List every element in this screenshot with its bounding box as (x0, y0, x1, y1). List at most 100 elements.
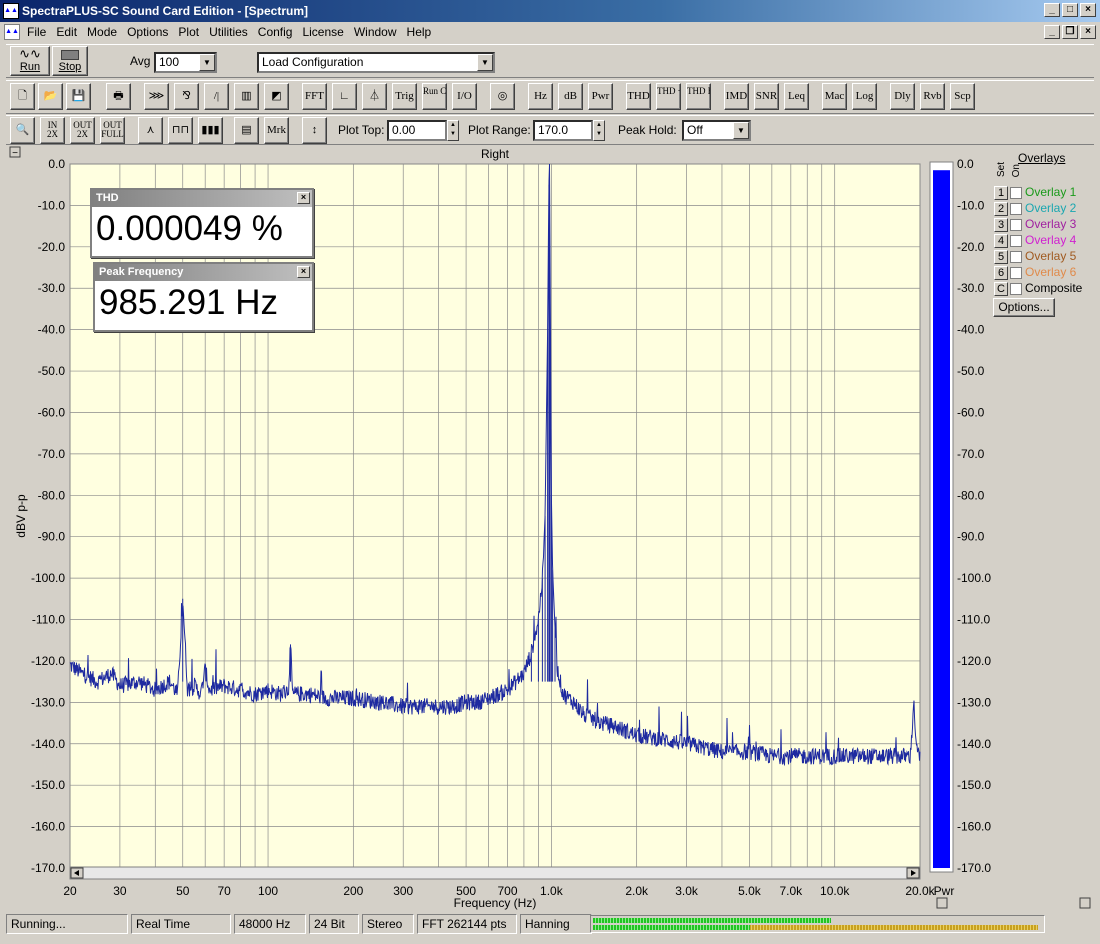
menu-options[interactable]: Options (122, 22, 173, 42)
scale-icon[interactable]: ⅋ (174, 83, 199, 110)
save-icon[interactable]: 💾 (66, 83, 91, 110)
overlay-on-checkbox[interactable] (1010, 234, 1022, 247)
plot-top-input[interactable]: 0.00 (387, 120, 447, 141)
ramp-icon[interactable]: /| (204, 83, 229, 110)
octave-icon[interactable]: ⊓⊓ (168, 117, 193, 144)
overlay-on-checkbox[interactable] (1010, 218, 1022, 231)
overlay-set-button[interactable]: 6 (994, 265, 1008, 280)
menu-mode[interactable]: Mode (82, 22, 122, 42)
spectrum-chart[interactable]: − Right 0.0 0.0 -10.0 -10.0 -20.0 -20.0 -30.0 -30… (0, 145, 1100, 912)
y-tick-label: -60.0 (38, 405, 66, 419)
close-icon[interactable]: × (297, 192, 310, 204)
peak-icon[interactable]: ⋏ (138, 117, 163, 144)
close-icon[interactable]: × (1080, 3, 1096, 17)
menu-window[interactable]: Window (349, 22, 402, 42)
sine-generator-icon[interactable]: ◎ (490, 83, 515, 110)
3d-surface-icon[interactable]: ◩ (264, 83, 289, 110)
config-select[interactable]: Load Configuration ▼ (257, 52, 495, 73)
io-button[interactable]: I/O (452, 83, 477, 110)
overlay-set-button[interactable]: 5 (994, 249, 1008, 264)
menu-license[interactable]: License (297, 22, 348, 42)
x-tick-label: 300 (393, 884, 413, 898)
zoom-out-2x-icon[interactable]: OUT 2X (70, 117, 95, 144)
mdi-close-icon[interactable]: × (1080, 25, 1096, 39)
overlay-set-button[interactable]: C (994, 281, 1008, 296)
overlay-options-button[interactable]: Options... (993, 298, 1055, 317)
zoom-out-full-icon[interactable]: OUT FULL (100, 117, 125, 144)
zoom-icon[interactable]: 🔍 (10, 117, 35, 144)
plot-range-spinner[interactable]: ▲ ▼ (593, 120, 605, 141)
rvb-button[interactable]: Rvb (920, 83, 945, 110)
log-button[interactable]: Log (852, 83, 877, 110)
new-file-icon[interactable]: 🗋 (10, 83, 35, 110)
power-y-tick-label: -120.0 (957, 654, 991, 668)
stop-button[interactable]: Stop (52, 46, 88, 76)
menu-plot[interactable]: Plot (173, 22, 204, 42)
title-bar: ▲▲ SpectraPLUS-SC Sound Card Edition - [… (0, 0, 1100, 22)
trig-button[interactable]: Trig (392, 83, 417, 110)
leq-button[interactable]: Leq (784, 83, 809, 110)
thd-popup[interactable]: THD × 0.000049 % (90, 188, 314, 258)
plot-top-spinner[interactable]: ▲ ▼ (447, 120, 459, 141)
overlay-on-checkbox[interactable] (1010, 186, 1022, 199)
print-icon[interactable]: 🖶 (106, 83, 131, 110)
hz-button[interactable]: Hz (528, 83, 553, 110)
panel-collapse-icon[interactable] (1079, 897, 1091, 909)
fft-button[interactable]: FFT (302, 83, 327, 110)
chevron-down-icon[interactable]: ▼ (733, 122, 749, 139)
peak-hold-select[interactable]: Off ▼ (682, 120, 751, 141)
overlay-set-button[interactable]: 4 (994, 233, 1008, 248)
menu-help[interactable]: Help (402, 22, 437, 42)
imd-button[interactable]: IMD (724, 83, 749, 110)
compass-icon[interactable]: ⏃ (362, 83, 387, 110)
peak-frequency-popup[interactable]: Peak Frequency × 985.291 Hz (93, 262, 314, 332)
snr-button[interactable]: SNR (754, 83, 779, 110)
marker-button[interactable]: Mrk (264, 117, 289, 144)
overlay-on-checkbox[interactable] (1010, 202, 1022, 215)
scp-button[interactable]: Scp (950, 83, 975, 110)
thd-n-button[interactable]: THD +N (656, 83, 681, 110)
db-button[interactable]: dB (558, 83, 583, 110)
overlay-set-button[interactable]: 2 (994, 201, 1008, 216)
range-icon[interactable]: ↕ (302, 117, 327, 144)
mdi-restore-icon[interactable]: ❐ (1062, 25, 1078, 39)
pwr-button[interactable]: Pwr (588, 83, 613, 110)
status-channels: Stereo (362, 914, 414, 934)
overlay-set-button[interactable]: 3 (994, 217, 1008, 232)
dly-button[interactable]: Dly (890, 83, 915, 110)
horizontal-scrollbar[interactable] (69, 866, 921, 880)
overlay-row: 5 Overlay 5 (994, 248, 1076, 264)
chevron-down-icon[interactable]: ▼ (199, 54, 215, 71)
document-icon[interactable]: ▲▲ (4, 24, 20, 40)
overlay-on-checkbox[interactable] (1010, 266, 1022, 279)
mac-button[interactable]: Mac (822, 83, 847, 110)
bar-graph-icon[interactable]: ▮▮▮ (198, 117, 223, 144)
menu-config[interactable]: Config (253, 22, 298, 42)
plot-range-input[interactable]: 170.0 (533, 120, 593, 141)
fast-forward-icon[interactable]: ⋙ (144, 83, 169, 110)
chevron-down-icon[interactable]: ▼ (477, 54, 493, 71)
zoom-in-2x-icon[interactable]: IN 2X (40, 117, 65, 144)
run-button[interactable]: ∿∿ Run (10, 46, 50, 76)
maximize-icon[interactable]: □ (1062, 3, 1078, 17)
mdi-minimize-icon[interactable]: _ (1044, 25, 1060, 39)
open-folder-icon[interactable]: 📂 (38, 83, 63, 110)
overlay-set-button[interactable]: 1 (994, 185, 1008, 200)
axis-icon[interactable]: ∟ (332, 83, 357, 110)
notes-icon[interactable]: ▤ (234, 117, 259, 144)
spectrum-icon[interactable]: ▲▲ (3, 3, 19, 19)
thd-button[interactable]: THD (626, 83, 651, 110)
menu-utilities[interactable]: Utilities (204, 22, 253, 42)
thd-freq-button[interactable]: THD Freq (686, 83, 711, 110)
menu-edit[interactable]: Edit (51, 22, 82, 42)
close-icon[interactable]: × (297, 266, 310, 278)
overlay-on-checkbox[interactable] (1010, 282, 1022, 295)
overlay-on-checkbox[interactable] (1010, 250, 1022, 263)
run-ctrl-button[interactable]: Run Ctrl (422, 83, 447, 110)
avg-select[interactable]: 100 ▼ (154, 52, 217, 73)
menu-file[interactable]: File (22, 22, 51, 42)
minimize-icon[interactable]: _ (1044, 3, 1060, 17)
y-axis-label: dBV p-p (14, 494, 28, 538)
spectrogram-icon[interactable]: ▥ (234, 83, 259, 110)
power-collapse-icon[interactable] (936, 897, 948, 909)
